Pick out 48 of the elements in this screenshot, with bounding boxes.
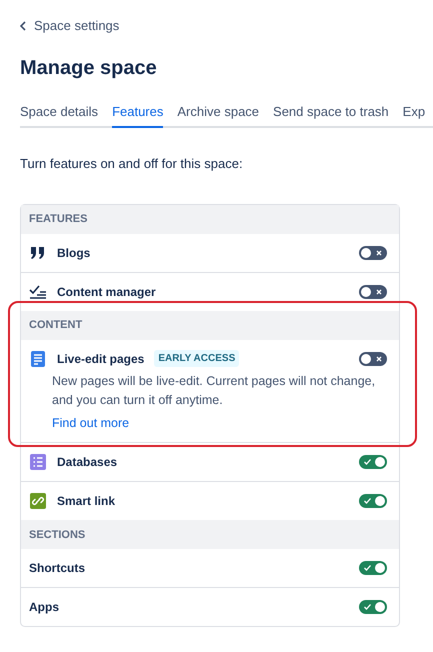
feature-label: Shortcuts: [29, 560, 86, 578]
toggle-switch[interactable]: [359, 455, 387, 470]
toggle-knob: [375, 602, 385, 612]
feature-description: New pages will be live-edit. Current pages will not change, and you can turn it off anytime.: [52, 372, 376, 409]
check-icon: [364, 498, 371, 504]
toggle-knob: [361, 354, 371, 364]
feature-label: Smart link: [57, 493, 116, 510]
cross-icon: [376, 288, 382, 294]
check-icon: [364, 604, 371, 610]
section-header: FEATURES: [21, 204, 399, 234]
cross-icon: [376, 356, 382, 362]
check-icon: [364, 459, 371, 466]
early-access-badge: EARLY ACCESS: [154, 350, 240, 367]
toggle-switch[interactable]: [359, 284, 387, 298]
link-icon: [30, 493, 46, 510]
toggle-switch[interactable]: [359, 494, 387, 508]
tab[interactable]: Exp: [402, 102, 426, 128]
tab[interactable]: Features: [112, 102, 164, 128]
intro-text: Turn features on and off for this space:: [20, 155, 244, 173]
document-icon: [30, 350, 46, 366]
find-out-more-link[interactable]: Find out more: [52, 414, 130, 432]
toggle-knob: [375, 563, 385, 574]
feature-label: Apps: [29, 599, 59, 616]
section-header: CONTENT: [21, 310, 399, 340]
toggle-switch[interactable]: [359, 561, 387, 576]
toggle-switch[interactable]: [359, 246, 387, 260]
chevron-left-icon: [20, 20, 26, 31]
check-icon: [364, 565, 371, 572]
page-title: Manage space: [20, 56, 158, 80]
toggle-knob: [361, 286, 371, 296]
tab[interactable]: Archive space: [177, 102, 260, 128]
toggle-knob: [375, 457, 385, 468]
back-link[interactable]: Space settings: [20, 0, 433, 36]
toggle-switch[interactable]: [359, 352, 387, 366]
toggle-switch[interactable]: [359, 600, 387, 614]
section-header: SECTIONS: [21, 520, 399, 550]
feature-label: Live-edit pages: [57, 350, 144, 368]
feature-label: Blogs: [57, 244, 90, 262]
tab[interactable]: Send space to trash: [273, 102, 389, 128]
feature-label: Databases: [57, 454, 118, 472]
quote-icon: [30, 246, 46, 260]
tab[interactable]: Space details: [20, 102, 98, 128]
toggle-knob: [375, 496, 385, 506]
checklist-icon: [29, 284, 47, 298]
feature-label: Content manager: [57, 284, 156, 300]
cross-icon: [376, 250, 382, 256]
toggle-knob: [361, 248, 371, 258]
list-icon: [30, 454, 46, 470]
